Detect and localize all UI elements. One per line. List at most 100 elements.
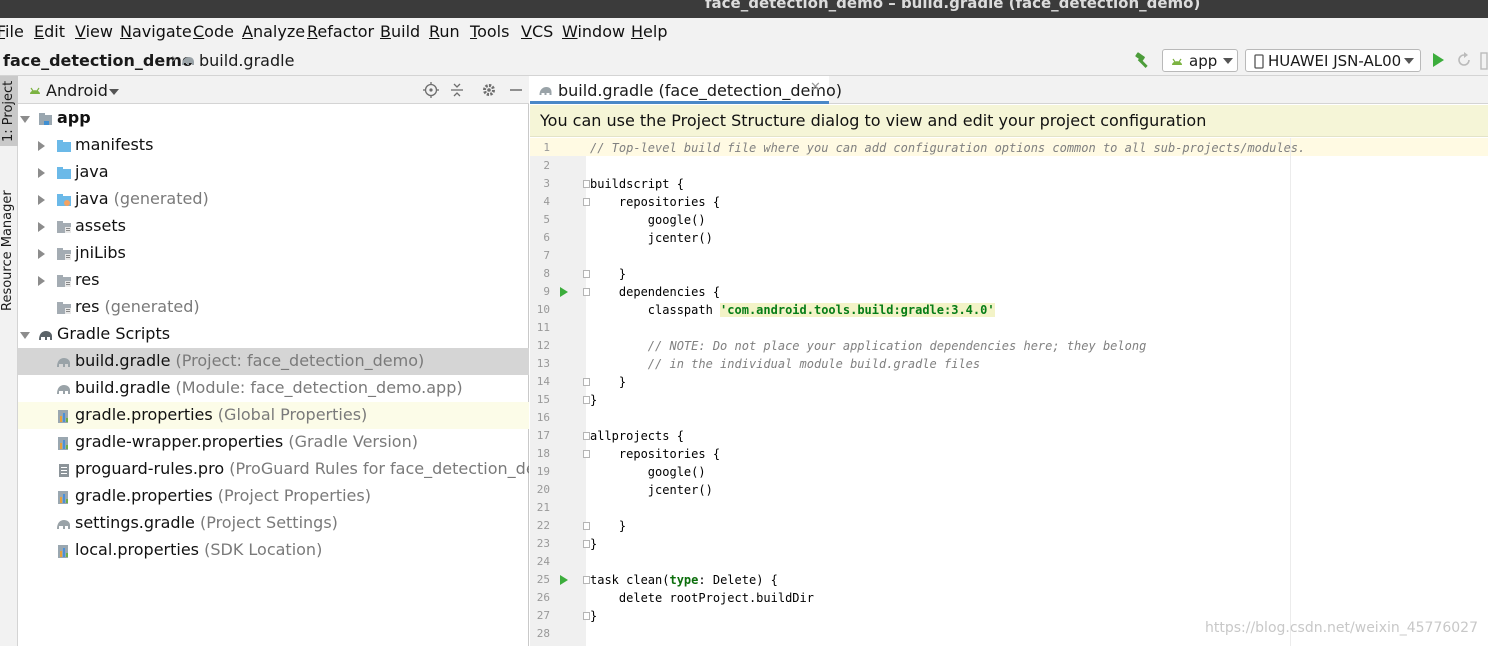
chevron-right-icon[interactable] <box>38 249 45 259</box>
code-segment: classpath <box>590 303 721 317</box>
fold-marker-icon[interactable] <box>583 450 590 458</box>
code-segment: } <box>590 519 627 533</box>
tree-item[interactable]: jniLibs <box>18 240 529 267</box>
menu-run[interactable]: Run <box>429 22 460 41</box>
fold-marker-icon[interactable] <box>583 540 590 548</box>
minimize-icon[interactable] <box>508 82 524 98</box>
tree-item[interactable]: gradle-wrapper.properties (Gradle Versio… <box>18 429 529 456</box>
fold-marker-icon[interactable] <box>583 378 590 386</box>
menu-help[interactable]: Help <box>631 22 667 41</box>
code-text: jcenter() <box>590 231 713 245</box>
tree-item[interactable]: app <box>18 105 529 132</box>
code-segment: google() <box>590 465 706 479</box>
code-line: 25 task clean(type: Delete) { <box>530 571 1488 589</box>
menu-tools[interactable]: Tools <box>470 22 509 41</box>
gutter-run-icon[interactable] <box>560 575 568 585</box>
fold-marker-icon[interactable] <box>583 396 590 404</box>
apply-changes-icon[interactable] <box>1456 52 1472 68</box>
tree-item[interactable]: Gradle Scripts <box>18 321 529 348</box>
tree-item-name: jniLibs <box>75 243 126 262</box>
menu-file[interactable]: File <box>0 22 24 41</box>
project-tool-tab[interactable]: 1: Project <box>0 76 18 146</box>
device-select[interactable]: HUAWEI JSN-AL00 <box>1245 49 1421 72</box>
tab-build-gradle[interactable]: build.gradle (face_detection_demo) ✕ <box>530 76 842 104</box>
tree-item-name: proguard-rules.pro <box>75 459 225 478</box>
chevron-down-icon[interactable] <box>109 89 119 95</box>
gear-icon[interactable] <box>481 82 497 98</box>
menu-analyze[interactable]: Analyze <box>242 22 305 41</box>
hammer-build-icon[interactable] <box>1134 52 1152 70</box>
tree-item-label: jniLibs <box>75 243 126 262</box>
tree-item[interactable]: manifests <box>18 132 529 159</box>
line-number: 12 <box>536 339 550 352</box>
tree-item[interactable]: proguard-rules.pro (ProGuard Rules for f… <box>18 456 529 483</box>
code-text: } <box>590 519 626 533</box>
tree-item[interactable]: build.gradle (Module: face_detection_dem… <box>18 375 529 402</box>
tab-label: build.gradle (face_detection_demo) <box>558 81 842 100</box>
tree-item[interactable]: res <box>18 267 529 294</box>
code-editor[interactable]: 1 // Top-level build file where you can a… <box>530 138 1488 646</box>
fold-marker-icon[interactable] <box>583 198 590 206</box>
run-icon[interactable] <box>1433 53 1444 67</box>
tree-item[interactable]: settings.gradle (Project Settings) <box>18 510 529 537</box>
chevron-right-icon[interactable] <box>38 222 45 232</box>
menu-build[interactable]: Build <box>380 22 420 41</box>
run-config-label: app <box>1189 52 1218 70</box>
tree-item[interactable]: res (generated) <box>18 294 529 321</box>
chevron-right-icon[interactable] <box>38 141 45 151</box>
menu-edit[interactable]: Edit <box>34 22 65 41</box>
code-text: repositories { <box>590 195 720 209</box>
code-segment: } <box>590 609 598 623</box>
keyword: type <box>669 573 699 587</box>
menu-code[interactable]: Code <box>193 22 234 41</box>
menu-vcs[interactable]: VCS <box>521 22 553 41</box>
tree-item[interactable]: gradle.properties (Project Properties) <box>18 483 529 510</box>
fold-marker-icon[interactable] <box>583 576 590 584</box>
tree-item[interactable]: java <box>18 159 529 186</box>
breadcrumb-project[interactable]: face_detection_demo <box>3 51 193 70</box>
menu-view[interactable]: View <box>75 22 113 41</box>
code-text: } <box>590 537 597 551</box>
tree-item-label: res (generated) <box>75 297 200 316</box>
code-text: classpath 'com.android.tools.build:gradl… <box>590 303 995 317</box>
tree-item[interactable]: build.gradle (Project: face_detection_de… <box>18 348 529 375</box>
fold-marker-icon[interactable] <box>583 288 590 296</box>
chevron-right-icon[interactable] <box>38 195 45 205</box>
fold-marker-icon[interactable] <box>583 270 590 278</box>
chevron-down-icon[interactable] <box>20 332 30 339</box>
code-line: 14 } <box>530 373 1488 391</box>
fold-marker-icon[interactable] <box>583 432 590 440</box>
tree-item-name: res <box>75 297 100 316</box>
fold-marker-icon[interactable] <box>583 612 590 620</box>
resource-manager-tab[interactable]: Resource Manager <box>0 186 18 316</box>
chevron-down-icon <box>1404 58 1414 64</box>
breadcrumb-file[interactable]: build.gradle <box>199 51 294 70</box>
chevron-right-icon[interactable] <box>38 168 45 178</box>
locate-target-icon[interactable] <box>423 82 439 98</box>
code-line: 2 <box>530 157 1488 175</box>
tree-item[interactable]: gradle.properties (Global Properties) <box>18 402 529 429</box>
collapse-all-icon[interactable] <box>449 82 465 98</box>
fold-marker-icon[interactable] <box>583 522 590 530</box>
chevron-right-icon[interactable] <box>38 276 45 286</box>
code-segment: task clean( <box>590 573 670 587</box>
tree-item[interactable]: assets <box>18 213 529 240</box>
menu-navigate[interactable]: Navigate <box>120 22 192 41</box>
run-config-select[interactable]: app <box>1162 49 1238 72</box>
code-text: google() <box>590 465 706 479</box>
tree-item-label: gradle.properties (Project Properties) <box>75 486 371 505</box>
gutter-run-icon[interactable] <box>560 287 568 297</box>
menu-refactor[interactable]: Refactor <box>307 22 374 41</box>
tree-item[interactable]: local.properties (SDK Location) <box>18 537 529 564</box>
code-text: } <box>590 375 626 389</box>
fold-marker-icon[interactable] <box>583 180 590 188</box>
tree-item-name: build.gradle <box>75 378 171 397</box>
code-segment: } <box>590 375 627 389</box>
chevron-down-icon[interactable] <box>20 116 30 123</box>
code-line: 9 dependencies { <box>530 283 1488 301</box>
project-view-select[interactable]: Android <box>46 81 108 100</box>
more-icon[interactable] <box>1480 52 1488 70</box>
close-icon[interactable]: ✕ <box>810 80 821 95</box>
menu-window[interactable]: Window <box>562 22 625 41</box>
tree-item[interactable]: java (generated) <box>18 186 529 213</box>
